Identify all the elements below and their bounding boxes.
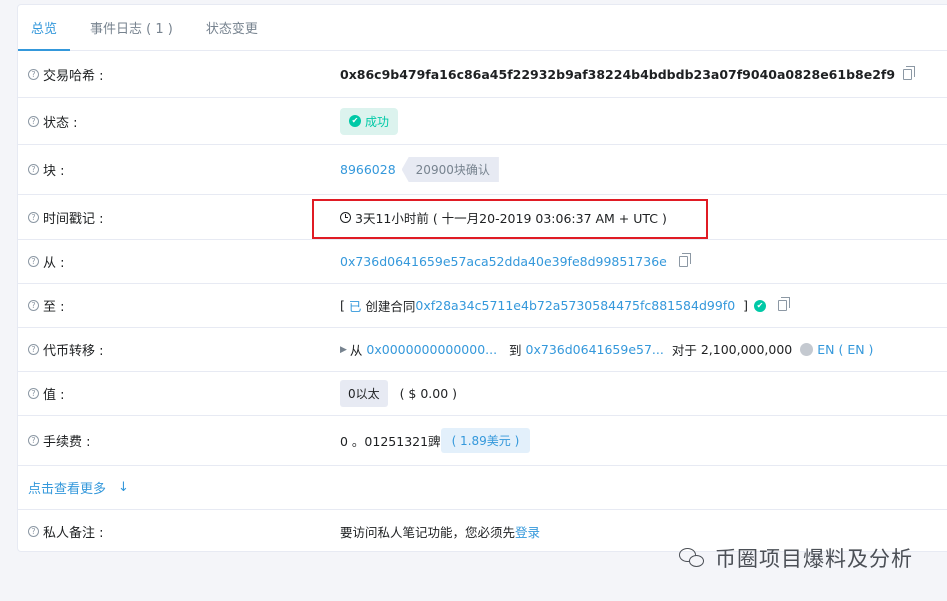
- transfer-amount: 2,100,000,000: [700, 342, 793, 357]
- label-fee: ? 手续费 :: [28, 431, 91, 450]
- row-block: ? 块 : 8966028 20900块确认: [17, 145, 947, 195]
- transfer-from-link[interactable]: 0x0000000000000...: [366, 342, 497, 357]
- transfer-to-link[interactable]: 0x736d0641659e57...: [526, 342, 664, 357]
- help-icon[interactable]: ?: [28, 68, 39, 80]
- help-icon[interactable]: ?: [28, 164, 39, 175]
- status-value: ✔ 成功: [340, 107, 399, 135]
- watermark: 币圈项目爆料及分析: [679, 543, 913, 573]
- block-value: 8966028 20900块确认: [340, 157, 499, 182]
- login-link[interactable]: 登录: [515, 522, 540, 541]
- fee-amount: 0 。01251321豍: [340, 434, 441, 449]
- row-token-transfer: ? 代币转移 : ▶ 从 0x0000000000000... 到 0x736d06…: [17, 328, 947, 372]
- token-icon: [800, 343, 814, 356]
- tab-bar: 总览 事件日志 ( 1 ) 状态变更: [18, 5, 947, 51]
- value-value: 0以太 ( $ 0.00 ): [340, 380, 457, 407]
- arrow-down-icon: ↓: [118, 480, 129, 495]
- row-status: ? 状态 : ✔ 成功: [17, 98, 947, 145]
- row-to: ? 至 : [ 已 创建合同 0xf28a34c5711e4b72a57305844…: [17, 284, 947, 328]
- label-status: ? 状态 :: [28, 112, 78, 131]
- label-token-transfer: ? 代币转移 :: [28, 340, 104, 359]
- label-note: ? 私人备注 :: [28, 522, 104, 541]
- row-from: ? 从 : 0x736d0641659e57aca52dda40e39fe8d99…: [17, 240, 947, 284]
- note-value: 要访问私人笔记功能，您必须先 登录: [340, 522, 540, 541]
- value-usd: ( $ 0.00 ): [399, 386, 458, 401]
- help-icon[interactable]: ?: [28, 344, 39, 355]
- label-tx-hash: ? 交易哈希 :: [28, 65, 104, 84]
- help-icon[interactable]: ?: [28, 115, 39, 127]
- copy-icon[interactable]: [778, 297, 790, 311]
- row-fee: ? 手续费 : 0 。01251321豍( 1.89美元 ): [17, 416, 947, 466]
- row-value: ? 值 : 0以太 ( $ 0.00 ): [17, 372, 947, 416]
- from-address-link[interactable]: 0x736d0641659e57aca52dda40e39fe8d9985173…: [340, 254, 667, 269]
- token-link[interactable]: EN ( EN ): [817, 342, 873, 357]
- to-value: [ 已 创建合同 0xf28a34c5711e4b72a5730584475fc8…: [340, 296, 790, 315]
- help-icon[interactable]: ?: [28, 256, 39, 267]
- contract-address-link[interactable]: 0xf28a34c5711e4b72a5730584475fc881584d99…: [415, 298, 735, 313]
- show-more-link[interactable]: 点击查看更多 ↓: [28, 478, 129, 497]
- tx-hash-value: 0x86c9b479fa16c86a45f22932b9af38224b4bdb…: [340, 65, 916, 82]
- confirmations-badge: 20900块确认: [401, 157, 499, 182]
- tab-state-changes[interactable]: 状态变更: [193, 5, 271, 50]
- from-value: 0x736d0641659e57aca52dda40e39fe8d9985173…: [340, 253, 691, 269]
- caret-right-icon: ▶: [340, 344, 347, 355]
- label-timestamp: ? 时间戳记 :: [28, 208, 104, 227]
- row-tx-hash: ? 交易哈希 : 0x86c9b479fa16c86a45f22932b9af38…: [17, 51, 947, 98]
- token-transfer-value: ▶ 从 0x0000000000000... 到 0x736d0641659e57…: [340, 342, 874, 358]
- status-badge: ✔ 成功: [340, 107, 399, 135]
- fee-usd-pill: ( 1.89美元 ): [440, 428, 531, 453]
- wechat-icon: [679, 547, 705, 569]
- help-icon[interactable]: ?: [28, 388, 39, 399]
- label-from: ? 从 :: [28, 252, 65, 271]
- help-icon[interactable]: ?: [28, 435, 39, 446]
- highlight-annotation-box: [312, 199, 708, 239]
- block-number-link[interactable]: 8966028: [340, 162, 396, 177]
- contract-created-marker: 已: [348, 299, 362, 314]
- label-block: ? 块 :: [28, 160, 65, 179]
- tab-event-logs[interactable]: 事件日志 ( 1 ): [77, 5, 186, 50]
- tab-overview[interactable]: 总览: [18, 5, 71, 51]
- copy-icon[interactable]: [903, 65, 916, 80]
- fee-value: 0 。01251321豍( 1.89美元 ): [340, 428, 531, 453]
- help-icon[interactable]: ?: [28, 300, 39, 311]
- check-circle-icon: ✔: [349, 115, 361, 127]
- value-amount-pill: 0以太: [340, 380, 388, 407]
- label-value: ? 值 :: [28, 384, 65, 403]
- copy-icon[interactable]: [678, 253, 691, 267]
- help-icon[interactable]: ?: [28, 211, 39, 223]
- tx-hash-text: 0x86c9b479fa16c86a45f22932b9af38224b4bdb…: [340, 66, 896, 82]
- help-icon[interactable]: ?: [28, 525, 39, 537]
- verified-check-icon: ✔: [754, 299, 766, 312]
- row-more: 点击查看更多 ↓: [17, 466, 947, 510]
- label-to: ? 至 :: [28, 296, 65, 315]
